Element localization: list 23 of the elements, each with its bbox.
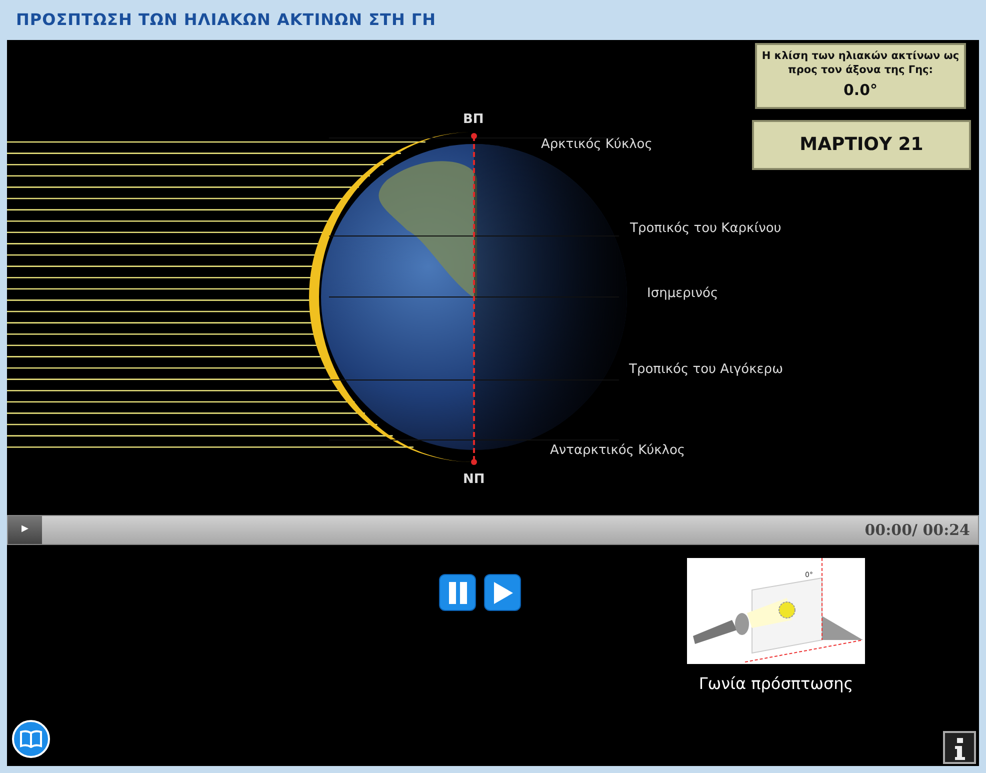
latitude-label: Αρκτικός Κύκλος xyxy=(541,136,652,154)
angle-value: 0.0° xyxy=(842,80,879,102)
play-button[interactable]: ▶ xyxy=(8,516,42,544)
date-panel: ΜΑΡΤΙΟΥ 21 xyxy=(752,120,971,170)
latitude-label: Ισημερινός xyxy=(647,285,718,303)
pause-button[interactable] xyxy=(439,574,476,611)
book-icon xyxy=(20,730,42,748)
play-icon xyxy=(492,580,514,604)
angle-caption: Η κλίση των ηλιακών ακτίνων ως προς τον άξονα της Γης: xyxy=(760,49,960,78)
latitude-label: Ανταρκτικός Κύκλος xyxy=(550,442,686,460)
thumbnail-caption: Γωνία πρόσπτωσης xyxy=(698,673,854,695)
play-button[interactable] xyxy=(484,574,521,611)
info-button[interactable] xyxy=(943,731,976,764)
latitude-label: Τροπικός του Αιγόκερω xyxy=(629,361,783,379)
pause-icon xyxy=(446,580,468,604)
pole-label: ΒΠ xyxy=(463,111,484,129)
info-icon xyxy=(954,737,966,762)
pole-label: ΝΠ xyxy=(463,471,485,489)
time-display: 00:00/ 00:24 xyxy=(864,520,970,541)
book-button[interactable] xyxy=(12,720,50,758)
page-title: ΠΡΟΣΠΤΩΣΗ ΤΩΝ ΗΛΙΑΚΩΝ ΑΚΤΙΝΩΝ ΣΤΗ ΓΗ xyxy=(16,9,437,31)
latitude-label: Τροπικός του Καρκίνου xyxy=(630,220,782,238)
progress-track[interactable]: ▶ 00:00/ 00:24 xyxy=(7,515,979,545)
